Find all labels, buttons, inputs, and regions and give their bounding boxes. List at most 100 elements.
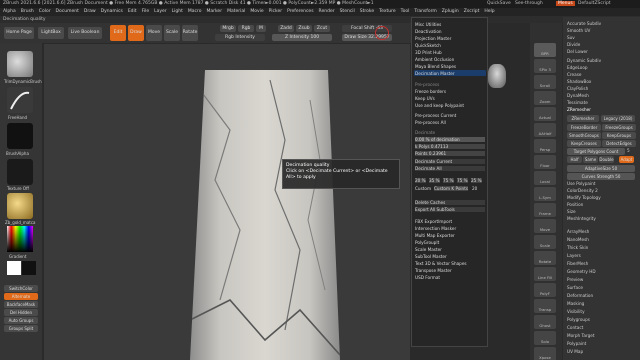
menus-button[interactable]: Menus bbox=[556, 1, 575, 6]
secondary-color-swatch[interactable] bbox=[22, 261, 36, 275]
switch-color-button[interactable]: SwitchColor bbox=[4, 285, 38, 292]
rpanel-lower-4[interactable]: FiberMesh bbox=[567, 261, 588, 266]
menu-help[interactable]: Help bbox=[484, 9, 494, 14]
seethrough-slider[interactable]: See-through bbox=[515, 1, 543, 6]
zplugin-item-4[interactable]: 3D Print Hub bbox=[415, 50, 442, 55]
rpanel-lower-3[interactable]: Layers bbox=[567, 253, 581, 258]
rpanel-lower-7[interactable]: Surface bbox=[567, 285, 583, 290]
delete-caches-button[interactable]: Delete Caches bbox=[415, 200, 485, 205]
zsub-button[interactable]: Zsub bbox=[296, 25, 312, 32]
plugin-3[interactable]: PolyGroupIt bbox=[415, 240, 439, 245]
plugin-6[interactable]: Text 3D & Vector Shapes bbox=[415, 261, 467, 266]
menu-render[interactable]: Render bbox=[319, 9, 335, 14]
menu-stroke[interactable]: Stroke bbox=[360, 9, 374, 14]
rpanel-crease[interactable]: Crease bbox=[567, 72, 581, 77]
brush-thumbnail-icon[interactable] bbox=[7, 51, 33, 77]
material-thumbnail-icon[interactable] bbox=[7, 193, 33, 219]
legacy-button[interactable]: Legacy (2018) bbox=[601, 115, 635, 122]
rpanel-top-4[interactable]: Del Lower bbox=[567, 49, 588, 54]
main-color-swatch[interactable] bbox=[7, 261, 21, 275]
preset-1[interactable]: 35 % bbox=[429, 178, 440, 183]
rpanel-lower-2[interactable]: Thick Skin bbox=[567, 245, 588, 250]
rpanel-keep_creases[interactable]: KeepCreases bbox=[567, 140, 601, 147]
menu-zplugin[interactable]: Zplugin bbox=[442, 9, 459, 14]
menu-light[interactable]: Light bbox=[172, 9, 183, 14]
target-poly-slider[interactable]: Target Polygons Count bbox=[567, 148, 625, 155]
view-ghost-button[interactable]: Ghost bbox=[534, 315, 556, 329]
rpanel-lower-14[interactable]: Polypaint bbox=[567, 341, 586, 346]
rpanel-use_polypaint[interactable]: Use Polypaint bbox=[567, 181, 595, 186]
decimate-current-button[interactable]: Decimate Current bbox=[415, 159, 485, 164]
rpanel-lower-15[interactable]: UV Map bbox=[567, 349, 583, 354]
preset-2[interactable]: 75 % bbox=[443, 178, 454, 183]
mrgb-button[interactable]: Mrgb bbox=[220, 25, 236, 32]
rpanel-detect_edges[interactable]: DetectEdges bbox=[602, 140, 636, 147]
menu-preferences[interactable]: Preferences bbox=[287, 9, 313, 14]
menu-texture[interactable]: Texture bbox=[379, 9, 395, 14]
menu-zscript[interactable]: Zscript bbox=[464, 9, 480, 14]
rpanel-size[interactable]: Size bbox=[567, 209, 576, 214]
rotate-button[interactable]: Rotate bbox=[182, 25, 198, 41]
zplugin-item-5[interactable]: Ambient Occlusion bbox=[415, 57, 454, 62]
plugin-0[interactable]: FBX ExportImport bbox=[415, 219, 452, 224]
rpanel-top-2[interactable]: Suv bbox=[567, 35, 575, 40]
view-move-button[interactable]: Move bbox=[534, 219, 556, 233]
decimate-all-button[interactable]: Decimate All bbox=[415, 166, 485, 171]
menu-file[interactable]: File bbox=[142, 9, 150, 14]
view-l-sym-button[interactable]: L.Sym bbox=[534, 187, 556, 201]
del-hidden-button[interactable]: Del Hidden bbox=[4, 309, 38, 316]
quicksave-button[interactable]: QuickSave bbox=[487, 1, 511, 6]
menu-macro[interactable]: Macro bbox=[188, 9, 202, 14]
rpanel-lower-1[interactable]: NanoMesh bbox=[567, 237, 589, 242]
color-picker[interactable] bbox=[7, 226, 33, 252]
view-polyf-button[interactable]: PolyF bbox=[534, 283, 556, 297]
menu-material[interactable]: Material bbox=[227, 9, 245, 14]
draw-button[interactable]: Draw bbox=[128, 25, 144, 41]
rpanel-meshintegrity[interactable]: MeshIntegrity bbox=[567, 216, 596, 221]
decimation-pct-slider[interactable]: 0.00 % of decimation bbox=[415, 137, 485, 142]
view-solo-button[interactable]: Solo bbox=[534, 331, 556, 345]
plugin-7[interactable]: Transpose Master bbox=[415, 268, 452, 273]
texture-thumbnail-icon[interactable] bbox=[7, 159, 33, 185]
menu-movie[interactable]: Movie bbox=[250, 9, 263, 14]
preset-3[interactable]: 75 % bbox=[457, 178, 468, 183]
menu-tool[interactable]: Tool bbox=[401, 9, 410, 14]
rpanel-lower-12[interactable]: Contact bbox=[567, 325, 583, 330]
menu-color[interactable]: Color bbox=[39, 9, 51, 14]
rpanel-top-1[interactable]: Smooth UV bbox=[567, 28, 590, 33]
alternate-button[interactable]: Alternate bbox=[4, 293, 38, 300]
default-zscript-button[interactable]: DefaultZScript bbox=[578, 1, 611, 6]
rpanel-tessimate[interactable]: Tessimate bbox=[567, 100, 588, 105]
plugin-2[interactable]: Multi Map Exporter bbox=[415, 233, 455, 238]
rpanel-keep_groups[interactable]: KeepGroups bbox=[602, 132, 636, 139]
zadd-button[interactable]: Zadd bbox=[278, 25, 294, 32]
menu-layer[interactable]: Layer bbox=[154, 9, 167, 14]
rpanel-modify_topology[interactable]: Modify Topology bbox=[567, 195, 601, 200]
view-bpr-button[interactable]: BPR bbox=[534, 43, 556, 57]
z-intensity-slider[interactable]: Z Intensity 100 bbox=[272, 34, 332, 41]
view-line-fill-button[interactable]: Line Fill bbox=[534, 267, 556, 281]
groups-split-button[interactable]: Groups Split bbox=[4, 325, 38, 332]
menu-marker[interactable]: Marker bbox=[207, 9, 223, 14]
plugin-8[interactable]: USD Format bbox=[415, 275, 440, 280]
plugin-4[interactable]: Scale Master bbox=[415, 247, 442, 252]
menu-dynamics[interactable]: Dynamics bbox=[101, 9, 123, 14]
rpanel-freeze_border[interactable]: FreezeBorder bbox=[567, 124, 601, 131]
rpanel-lower-9[interactable]: Masking bbox=[567, 301, 584, 306]
zplugin-item-7[interactable]: Decimation Master bbox=[415, 71, 455, 76]
view-actual-button[interactable]: Actual bbox=[534, 107, 556, 121]
export-all-button[interactable]: Export All SubTools bbox=[415, 207, 485, 212]
rpanel-same-button[interactable]: Same bbox=[583, 156, 598, 163]
zplugin-item-6[interactable]: Maya Blend Shapes bbox=[415, 64, 456, 69]
rpanel-lower-10[interactable]: Visibility bbox=[567, 309, 585, 314]
view-transp-button[interactable]: Transp bbox=[534, 299, 556, 313]
preset-0[interactable]: 20 % bbox=[415, 178, 426, 183]
lightbox-button[interactable]: LightBox bbox=[38, 27, 64, 39]
custom-k-slider[interactable]: Custom K Points bbox=[434, 186, 469, 191]
rpanel-double-button[interactable]: Double bbox=[599, 156, 614, 163]
rpanel-half-button[interactable]: Half bbox=[567, 156, 582, 163]
view-rotate-button[interactable]: Rotate bbox=[534, 251, 556, 265]
auto-groups-button[interactable]: Auto Groups bbox=[4, 317, 38, 324]
rpanel-adapt-button[interactable]: Adapt bbox=[619, 156, 634, 163]
option-2[interactable]: Use and keep Polypaint bbox=[415, 103, 464, 108]
